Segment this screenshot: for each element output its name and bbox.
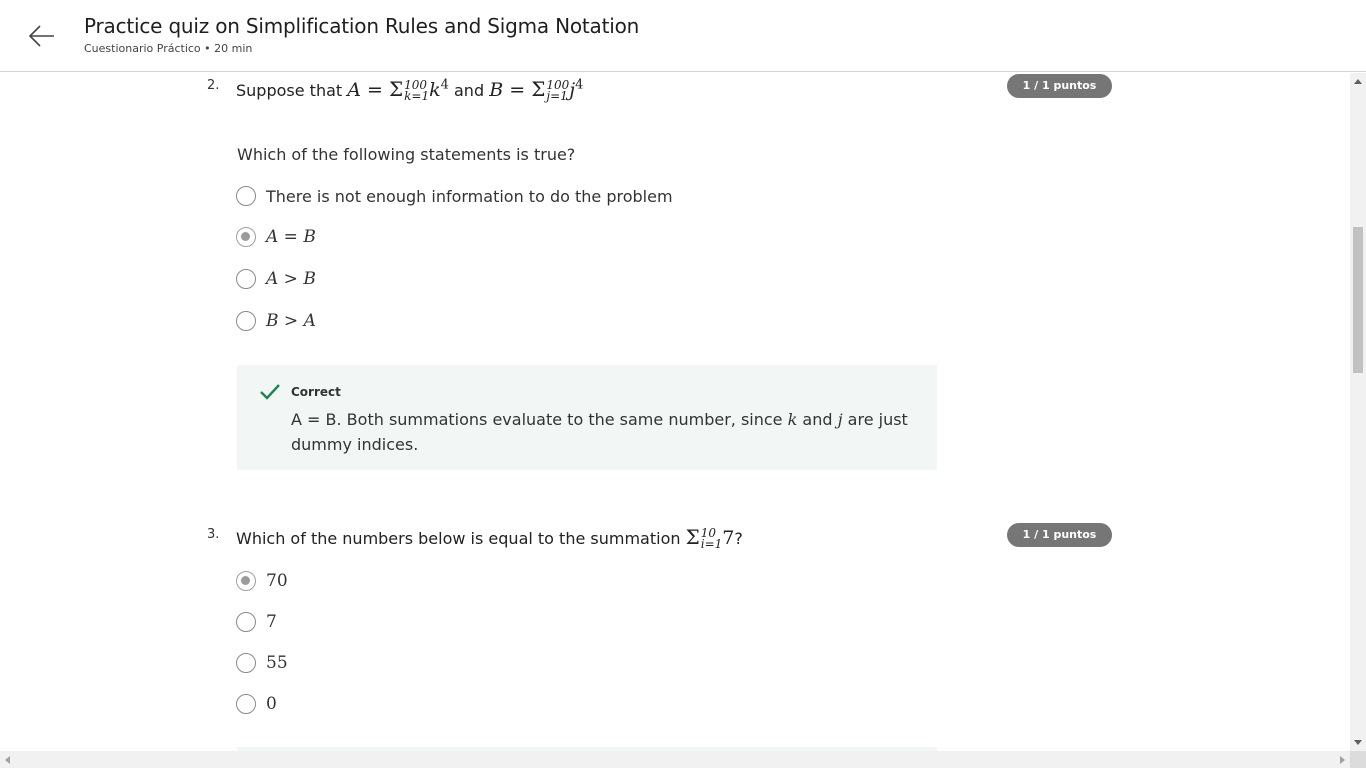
feedback-text-part: and (802, 410, 833, 429)
option-label: There is not enough information to do th… (266, 186, 673, 206)
feedback-var-k: k (787, 410, 798, 429)
horizontal-scrollbar[interactable] (0, 751, 1350, 768)
feedback-text: A = B. Both summations evaluate to the s… (291, 407, 911, 457)
scroll-down-arrow-icon[interactable] (1354, 740, 1362, 745)
score-badge: 1 / 1 puntos (1007, 74, 1112, 98)
feedback-panel: Correct A = B. Both summations evaluate … (237, 365, 937, 470)
option-a-greater-b[interactable]: A > B (236, 267, 316, 291)
math-expression-a: A = Σ 100 k=1 k4 (347, 77, 449, 103)
radio-button-selected[interactable] (236, 227, 256, 247)
scroll-right-arrow-icon[interactable] (1340, 756, 1345, 764)
checkmark-icon (259, 383, 281, 401)
score-badge: 1 / 1 puntos (1007, 523, 1112, 547)
question-text: Which of the numbers below is equal to t… (236, 525, 743, 550)
math-expression-sum: Σ 10 i=1 7 (685, 525, 735, 551)
option-b-greater-a[interactable]: B > A (236, 309, 316, 333)
option-not-enough-info[interactable]: There is not enough information to do th… (236, 184, 673, 208)
quiz-content: 2. Suppose that A = Σ 100 k=1 k4 and B = Σ1… (0, 73, 1350, 751)
question-text-main: Which of the numbers below is equal to t… (236, 529, 681, 548)
math-expression-b: B = Σ 100 j=1 j4 (489, 77, 584, 103)
option-label: 55 (266, 653, 288, 673)
scroll-up-arrow-icon[interactable] (1354, 79, 1362, 84)
page-subtitle: Cuestionario Práctico • 20 min (84, 42, 253, 55)
question-text: Suppose that A = Σ 100 k=1 k4 and B = Σ 100 j… (236, 77, 583, 102)
option-70[interactable]: 70 (236, 569, 288, 593)
option-7[interactable]: 7 (236, 610, 277, 634)
question-number: 3. (207, 527, 220, 542)
scroll-left-arrow-icon[interactable] (5, 756, 10, 764)
option-55[interactable]: 55 (236, 651, 288, 675)
feedback-text-part: A = B. Both summations evaluate to the s… (291, 410, 783, 429)
page-title: Practice quiz on Simplification Rules an… (84, 14, 640, 38)
option-label: 7 (266, 612, 277, 632)
option-a-equals-b[interactable]: A = B (236, 225, 316, 249)
question-number: 2. (207, 78, 220, 93)
question-text-end: ? (734, 529, 743, 548)
option-label: 0 (266, 694, 277, 714)
radio-button[interactable] (236, 653, 256, 673)
scrollbar-thumb[interactable] (1353, 227, 1363, 373)
vertical-scrollbar[interactable] (1350, 73, 1366, 751)
option-0[interactable]: 0 (236, 692, 277, 716)
radio-button[interactable] (236, 186, 256, 206)
option-label: B > A (266, 311, 316, 331)
option-label: A = B (266, 227, 316, 247)
scrollbar-corner (1350, 751, 1366, 768)
question-text-and: and (454, 81, 485, 100)
option-label: A > B (266, 269, 316, 289)
radio-button[interactable] (236, 694, 256, 714)
radio-button[interactable] (236, 269, 256, 289)
question-text-prefix: Suppose that (236, 81, 343, 100)
feedback-var-j: j (837, 410, 843, 429)
radio-button[interactable] (236, 311, 256, 331)
radio-button-selected[interactable] (236, 571, 256, 591)
quiz-header: Practice quiz on Simplification Rules an… (0, 0, 1366, 72)
question-prompt: Which of the following statements is tru… (237, 145, 576, 164)
radio-button[interactable] (236, 612, 256, 632)
back-arrow-icon[interactable] (26, 20, 58, 52)
feedback-title: Correct (291, 385, 341, 399)
option-label: 70 (266, 571, 288, 591)
